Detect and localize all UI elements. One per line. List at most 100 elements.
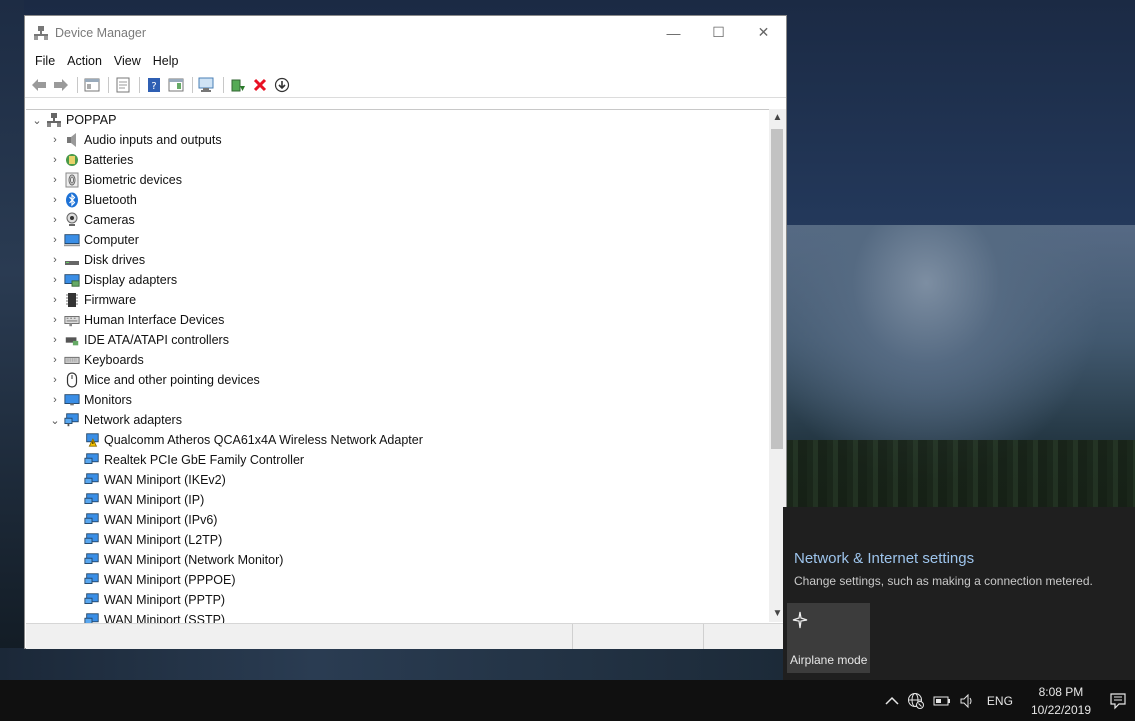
tree-category[interactable]: › Keyboards <box>26 350 772 370</box>
tree-category-expanded[interactable]: ⌄ Network adapters <box>26 410 772 430</box>
tree-category[interactable]: › Human Interface Devices <box>26 310 772 330</box>
language-indicator[interactable]: ENG <box>987 694 1013 708</box>
chevron-down-icon[interactable]: ⌄ <box>48 414 62 427</box>
network-adapter-item[interactable]: Qualcomm Atheros QCA61x4A Wireless Netwo… <box>26 430 772 450</box>
tree-category[interactable]: › Cameras <box>26 210 772 230</box>
network-adapter-item[interactable]: Realtek PCIe GbE Family Controller <box>26 450 772 470</box>
adapter-label: WAN Miniport (PPTP) <box>104 593 226 607</box>
tree-category[interactable]: › Biometric devices <box>26 170 772 190</box>
properties-icon[interactable] <box>113 75 133 95</box>
chevron-right-icon[interactable]: › <box>48 194 62 206</box>
airplane-mode-toggle[interactable]: Airplane mode <box>787 603 870 673</box>
category-label: Disk drives <box>84 253 146 267</box>
network-adapter-item[interactable]: WAN Miniport (L2TP) <box>26 530 772 550</box>
tree-category[interactable]: › Batteries <box>26 150 772 170</box>
uninstall-device-icon[interactable] <box>250 75 270 95</box>
minimize-button[interactable]: — <box>651 16 696 49</box>
network-adapter-item[interactable]: WAN Miniport (IP) <box>26 490 772 510</box>
chevron-right-icon[interactable]: › <box>48 174 62 186</box>
scan-hardware-icon[interactable] <box>197 75 217 95</box>
fingerprint-icon <box>64 172 80 188</box>
chevron-right-icon[interactable]: › <box>48 154 62 166</box>
chevron-right-icon[interactable]: › <box>48 294 62 306</box>
volume-icon[interactable] <box>959 693 977 709</box>
scroll-up-arrow-icon[interactable]: ▲ <box>769 109 786 126</box>
network-adapter-item[interactable]: WAN Miniport (IKEv2) <box>26 470 772 490</box>
network-adapter-icon <box>84 472 100 488</box>
back-arrow-icon[interactable] <box>29 75 49 95</box>
mouse-icon <box>64 372 80 388</box>
chevron-right-icon[interactable]: › <box>48 254 62 266</box>
category-label: Computer <box>84 233 139 247</box>
tree-category[interactable]: › Firmware <box>26 290 772 310</box>
chevron-right-icon[interactable]: › <box>48 354 62 366</box>
maximize-button[interactable]: ☐ <box>696 16 741 49</box>
menu-file[interactable]: File <box>29 54 61 68</box>
tree-category[interactable]: › Monitors <box>26 390 772 410</box>
chevron-down-icon[interactable]: ⌄ <box>30 114 44 127</box>
speaker-icon <box>64 132 80 148</box>
battery-icon <box>64 152 80 168</box>
tree-root[interactable]: ⌄ POPPAP <box>26 110 772 130</box>
action-center-icon[interactable] <box>1101 692 1135 710</box>
chevron-right-icon[interactable]: › <box>48 274 62 286</box>
chevron-right-icon[interactable]: › <box>48 214 62 226</box>
disable-device-icon[interactable] <box>272 75 292 95</box>
help-icon[interactable]: ? <box>144 75 164 95</box>
chevron-right-icon[interactable]: › <box>48 394 62 406</box>
chevron-right-icon[interactable]: › <box>48 134 62 146</box>
update-driver-icon[interactable] <box>228 75 248 95</box>
adapter-label: WAN Miniport (IP) <box>104 493 205 507</box>
device-tree[interactable]: ⌄ POPPAP › Audio inputs and outputs › Ba… <box>26 109 772 623</box>
network-settings-description: Change settings, such as making a connec… <box>794 574 1093 588</box>
tree-category[interactable]: › Display adapters <box>26 270 772 290</box>
menu-help[interactable]: Help <box>147 54 185 68</box>
network-adapter-item[interactable]: WAN Miniport (PPPOE) <box>26 570 772 590</box>
disk-icon <box>64 252 80 268</box>
show-action-pane-icon[interactable] <box>166 75 186 95</box>
close-button[interactable]: ✕ <box>741 16 786 49</box>
network-adapter-item[interactable]: WAN Miniport (PPTP) <box>26 590 772 610</box>
category-label: Human Interface Devices <box>84 313 225 327</box>
chevron-right-icon[interactable]: › <box>48 314 62 326</box>
show-hide-console-tree-icon[interactable] <box>82 75 102 95</box>
show-hidden-icons-chevron-icon[interactable] <box>885 696 899 706</box>
adapter-label: Realtek PCIe GbE Family Controller <box>104 453 305 467</box>
category-label: Batteries <box>84 153 134 167</box>
chevron-right-icon[interactable]: › <box>48 234 62 246</box>
toolbar-separator <box>223 77 224 93</box>
title-bar[interactable]: Device Manager — ☐ ✕ <box>25 16 786 49</box>
computer-tree-icon <box>46 112 62 128</box>
wallpaper-left <box>0 0 24 680</box>
battery-tray-icon[interactable] <box>933 694 951 708</box>
wallpaper-trees <box>787 440 1135 510</box>
tree-category[interactable]: › Bluetooth <box>26 190 772 210</box>
network-settings-link[interactable]: Network & Internet settings <box>794 550 974 567</box>
hid-icon <box>64 312 80 328</box>
adapter-label: WAN Miniport (IPv6) <box>104 513 218 527</box>
tree-category[interactable]: › Mice and other pointing devices <box>26 370 772 390</box>
chevron-right-icon[interactable]: › <box>48 334 62 346</box>
adapter-label: Qualcomm Atheros QCA61x4A Wireless Netwo… <box>104 433 423 447</box>
tree-category[interactable]: › Disk drives <box>26 250 772 270</box>
forward-arrow-icon[interactable] <box>51 75 71 95</box>
menu-view[interactable]: View <box>108 54 147 68</box>
scrollbar-thumb[interactable] <box>771 129 783 449</box>
network-flyout: Network & Internet settings Change setti… <box>783 507 1135 680</box>
tree-category[interactable]: › Audio inputs and outputs <box>26 130 772 150</box>
network-globe-icon[interactable] <box>907 692 925 710</box>
status-pane <box>26 624 573 649</box>
network-adapter-item[interactable]: WAN Miniport (IPv6) <box>26 510 772 530</box>
network-adapter-icon <box>84 452 100 468</box>
network-adapter-icon <box>84 532 100 548</box>
network-adapter-item[interactable]: WAN Miniport (Network Monitor) <box>26 550 772 570</box>
network-adapter-item[interactable]: WAN Miniport (SSTP) <box>26 610 772 623</box>
tree-category[interactable]: › IDE ATA/ATAPI controllers <box>26 330 772 350</box>
clock[interactable]: 8:08 PM 10/22/2019 <box>1031 683 1091 719</box>
toolbar: ? <box>25 73 786 98</box>
tree-category[interactable]: › Computer <box>26 230 772 250</box>
category-label: Firmware <box>84 293 137 307</box>
chevron-right-icon[interactable]: › <box>48 374 62 386</box>
category-label: Monitors <box>84 393 132 407</box>
menu-action[interactable]: Action <box>61 54 108 68</box>
